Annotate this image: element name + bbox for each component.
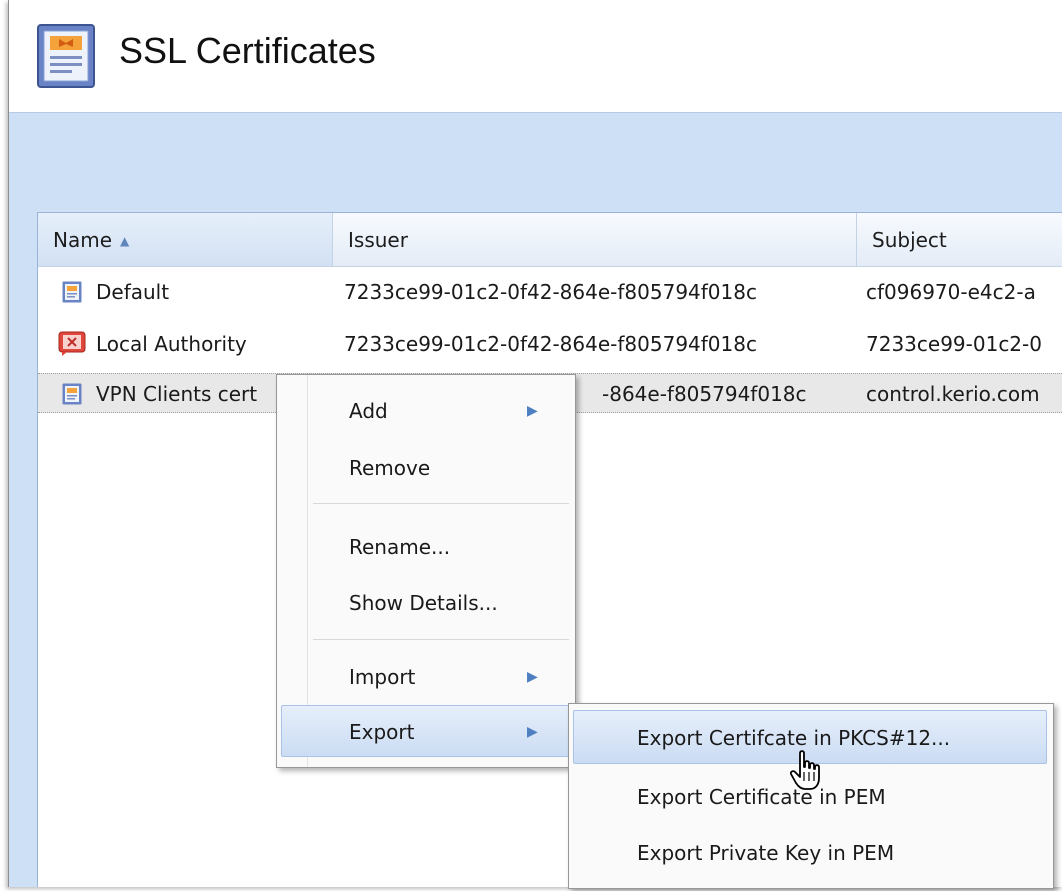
cell-issuer: -864e-f805794f018c [602, 382, 807, 406]
column-header-label: Subject [872, 228, 947, 252]
cell-subject: 7233ce99-01c2-0 [866, 332, 1042, 356]
cell-subject: cf096970-e4c2-a [866, 280, 1036, 304]
cell-name: Default [96, 280, 170, 304]
cell-issuer: 7233ce99-01c2-0f42-864e-f805794f018c [344, 280, 757, 304]
cell-subject: control.kerio.com [866, 382, 1040, 406]
column-header-label: Issuer [348, 228, 408, 252]
column-header-name[interactable]: Name ▲ [38, 213, 332, 266]
table-row[interactable]: Default 7233ce99-01c2-0f42-864e-f805794f… [38, 272, 1062, 312]
menu-item-label: Show Details... [349, 591, 498, 615]
submenu-arrow-icon: ▶ [527, 403, 538, 419]
menu-item-label: Export Private Key in PEM [637, 841, 895, 865]
menu-item-label: Add [349, 399, 388, 423]
menu-item-label: Rename... [349, 535, 451, 559]
table-row[interactable]: Local Authority 7233ce99-01c2-0f42-864e-… [38, 324, 1062, 364]
menu-item-label: Import [349, 665, 416, 689]
column-header-subject[interactable]: Subject [857, 213, 1062, 266]
menu-item-export[interactable]: Export ▶ [281, 705, 571, 757]
page-header: SSL Certificates [9, 0, 1062, 112]
menu-item-label: Export Certificate in PEM [637, 785, 886, 809]
column-header-issuer[interactable]: Issuer [333, 213, 856, 266]
menu-separator [313, 503, 569, 504]
certificate-icon [37, 24, 95, 92]
submenu-arrow-icon: ▶ [527, 669, 538, 685]
menu-item-import[interactable]: Import ▶ [281, 651, 571, 703]
submenu-arrow-icon: ▶ [527, 724, 538, 740]
menu-item-label: Export [349, 720, 415, 744]
page-title: SSL Certificates [119, 30, 376, 71]
context-menu: Add ▶ Remove Rename... Show Details... I… [276, 374, 576, 768]
menu-item-remove[interactable]: Remove [281, 442, 571, 494]
menu-item-label: Remove [349, 456, 431, 480]
export-submenu: Export Certifcate in PKCS#12... Export C… [568, 703, 1054, 889]
menu-item-export-key-pem[interactable]: Export Private Key in PEM [573, 826, 1047, 880]
menu-separator [313, 639, 569, 640]
sort-ascending-icon: ▲ [120, 234, 130, 248]
certificate-icon [62, 281, 82, 308]
authority-certificate-icon [58, 331, 86, 362]
certificate-icon [62, 383, 82, 410]
cell-issuer: 7233ce99-01c2-0f42-864e-f805794f018c [344, 332, 757, 356]
menu-item-rename[interactable]: Rename... [281, 521, 571, 573]
menu-item-show-details[interactable]: Show Details... [281, 577, 571, 629]
column-header-label: Name [53, 228, 113, 252]
hand-pointer-icon [789, 750, 824, 796]
table-header: Name ▲ Issuer Subject [38, 213, 1062, 267]
cell-name: Local Authority [96, 332, 247, 356]
menu-item-add[interactable]: Add ▶ [281, 385, 571, 437]
